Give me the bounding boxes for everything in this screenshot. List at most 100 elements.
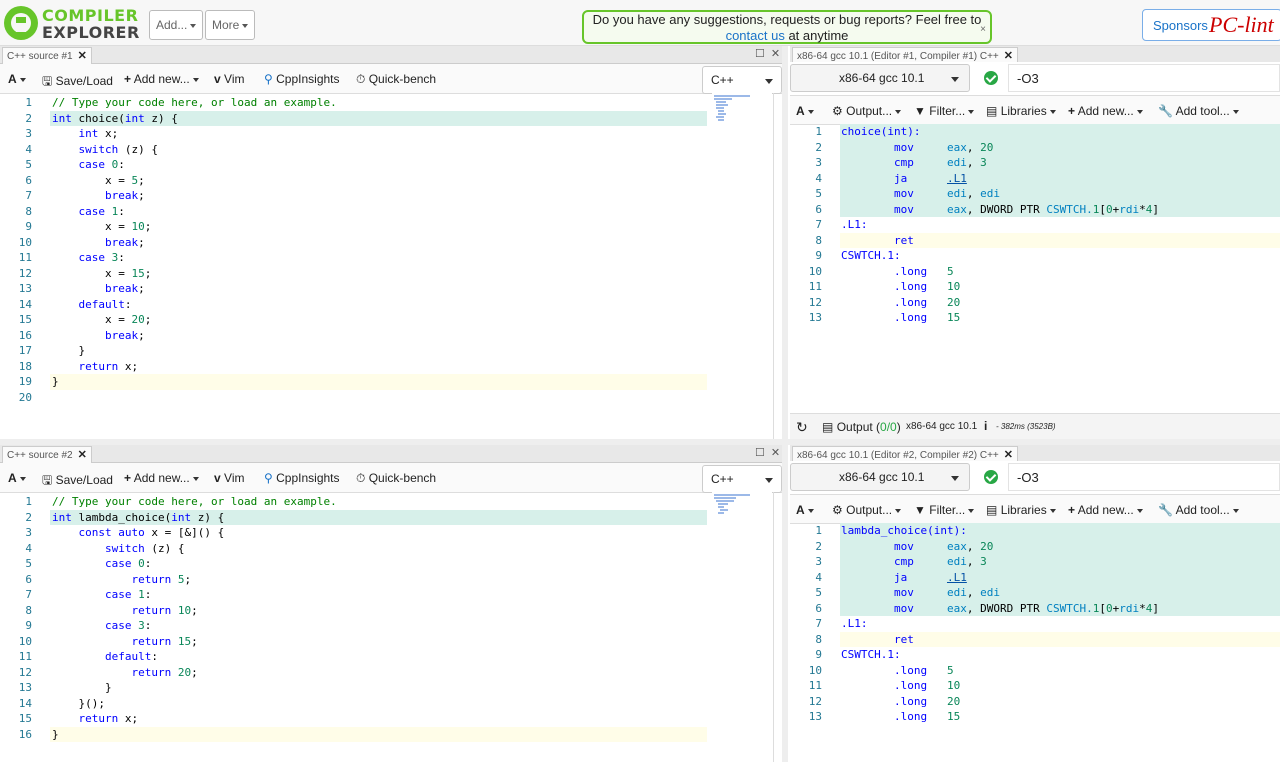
plus-icon: +	[1068, 503, 1076, 517]
line-text: CSWTCH.1:	[841, 648, 901, 661]
code-line: 11 case 3:	[0, 250, 710, 266]
code-line: 11 .long 10	[790, 279, 1280, 295]
line-text: case 0:	[104, 557, 152, 570]
vim-toggle-button[interactable]: v Vim	[214, 72, 244, 86]
cppinsights-button[interactable]: ⚲ CppInsights	[264, 72, 340, 86]
line-number: 7	[815, 617, 822, 630]
code-line: 10 return 15;	[0, 634, 710, 650]
maximize-icon[interactable]: ☐	[755, 48, 771, 60]
line-number: 5	[815, 187, 822, 200]
maximize-icon[interactable]: ☐	[755, 447, 771, 459]
compiler-explorer-logo[interactable]: COMPILER EXPLORER	[4, 6, 139, 42]
editor1-code-area[interactable]: 1 // Type your code here, or load an exam…	[0, 93, 710, 439]
code-line: 3 const auto x = [&]() {	[0, 525, 710, 541]
libraries-button[interactable]: ▤ Libraries	[986, 104, 1056, 118]
line-text: mov eax, DWORD PTR CSWTCH.1[0+rdi*4]	[893, 601, 1159, 615]
line-text: case 0:	[78, 158, 125, 171]
line-text: .long 5	[893, 663, 954, 677]
save-load-button[interactable]: 🖫 Save/Load	[42, 471, 113, 492]
line-text: const auto x = [&]() {	[78, 526, 225, 539]
close-icon[interactable]: ✕	[1004, 50, 1013, 62]
vertical-splitter[interactable]	[782, 46, 788, 762]
recompile-icon[interactable]: ↻	[796, 419, 808, 436]
compiler-options-input[interactable]: -O3	[1008, 463, 1280, 491]
code-line: 12 .long 20	[790, 694, 1280, 710]
output-options-button[interactable]: ⚙ Output...	[832, 104, 902, 118]
quickbench-button[interactable]: ⏱ Quick-bench	[356, 72, 436, 87]
close-icon[interactable]: ✕	[78, 50, 87, 62]
font-size-button[interactable]: A	[8, 471, 26, 485]
font-size-button[interactable]: A	[8, 72, 26, 86]
sponsors-button[interactable]: Sponsors PC-lint	[1142, 9, 1280, 41]
add-new-button[interactable]: + Add new...	[124, 471, 199, 485]
contact-us-link[interactable]: contact us	[726, 28, 785, 43]
language-select[interactable]: C++	[702, 66, 782, 94]
quickbench-button[interactable]: ⏱ Quick-bench	[356, 471, 436, 486]
output-options-button[interactable]: ⚙ Output...	[832, 503, 902, 517]
editor2-scrollbar[interactable]	[773, 492, 774, 762]
code-line: 11 default:	[0, 649, 710, 665]
line-text: break;	[104, 235, 145, 249]
line-number: 12	[18, 665, 32, 679]
line-number: 13	[808, 710, 822, 723]
code-line: 17 }	[0, 343, 710, 359]
editor1-scrollbar[interactable]	[773, 93, 774, 439]
line-text: mov eax, 20	[893, 539, 994, 553]
editor2-minimap[interactable]	[712, 492, 772, 762]
line-number: 19	[18, 375, 32, 388]
line-number: 16	[18, 328, 32, 342]
cppinsights-button[interactable]: ⚲ CppInsights	[264, 471, 340, 485]
compiler-select[interactable]: x86-64 gcc 10.1	[790, 64, 970, 92]
compiler-select[interactable]: x86-64 gcc 10.1	[790, 463, 970, 491]
code-line: 6 return 5;	[0, 572, 710, 588]
line-text: choice(int):	[841, 125, 921, 138]
line-number: 11	[808, 280, 822, 293]
save-icon: 🖫	[42, 473, 53, 487]
output-pane-button[interactable]: ▤ Output (0/0)	[822, 420, 901, 434]
tab-cpp-source-1[interactable]: C++ source #1 ✕	[2, 47, 92, 64]
wrench-icon: 🔧	[1158, 503, 1173, 517]
line-text: mov eax, 20	[893, 140, 994, 154]
tab-cpp-source-2[interactable]: C++ source #2 ✕	[2, 446, 92, 463]
filter-button[interactable]: ▼ Filter...	[914, 503, 975, 517]
vim-icon: v	[214, 72, 221, 86]
line-number: 17	[18, 344, 32, 357]
compiler1-asm-output[interactable]: 1 choice(int): 2 mov eax, 20 3 cmp edi, 34 …	[790, 122, 1280, 412]
filter-button[interactable]: ▼ Filter...	[914, 104, 975, 118]
line-number: 6	[815, 601, 822, 615]
compile-time: - 382ms (3523B)	[996, 422, 1056, 431]
cppinsights-icon: ⚲	[264, 72, 273, 86]
editor2-code-area[interactable]: 1 // Type your code here, or load an exam…	[0, 492, 710, 762]
line-text: .long 5	[893, 264, 954, 278]
add-menu-button[interactable]: Add...	[149, 10, 204, 40]
libraries-button[interactable]: ▤ Libraries	[986, 503, 1056, 517]
add-new-pane-button[interactable]: + Add new...	[1068, 503, 1143, 517]
banner-close-icon[interactable]: ×	[980, 22, 986, 38]
font-size-button[interactable]: A	[796, 503, 814, 517]
line-number: 11	[18, 251, 32, 264]
code-line: 11 .long 10	[790, 678, 1280, 694]
filter-icon: ▼	[914, 503, 926, 517]
compiler2-asm-output[interactable]: 1 lambda_choice(int): 2 mov eax, 20 3 cmp e…	[790, 521, 1280, 762]
add-new-pane-button[interactable]: + Add new...	[1068, 104, 1143, 118]
add-tool-button[interactable]: 🔧 Add tool...	[1158, 104, 1239, 118]
code-line: 5 case 0:	[0, 157, 710, 173]
close-icon[interactable]: ✕	[1004, 449, 1013, 461]
editor1-minimap[interactable]	[712, 93, 772, 439]
add-new-button[interactable]: + Add new...	[124, 72, 199, 86]
code-line: 19}	[0, 374, 710, 390]
add-tool-button[interactable]: 🔧 Add tool...	[1158, 503, 1239, 517]
vim-toggle-button[interactable]: v Vim	[214, 471, 244, 485]
more-menu-button[interactable]: More	[205, 10, 256, 40]
compiler-options-input[interactable]: -O3	[1008, 64, 1280, 92]
caret-down-icon	[807, 109, 814, 114]
info-icon[interactable]: i	[984, 419, 987, 433]
close-pane-icon[interactable]: ✕	[771, 447, 786, 459]
plus-icon: +	[124, 72, 132, 86]
line-number: 11	[18, 650, 32, 663]
close-icon[interactable]: ✕	[78, 449, 87, 461]
font-size-button[interactable]: A	[796, 104, 814, 118]
save-load-button[interactable]: 🖫 Save/Load	[42, 72, 113, 93]
language-select[interactable]: C++	[702, 465, 782, 493]
tab-title: C++ source #1	[7, 51, 73, 62]
